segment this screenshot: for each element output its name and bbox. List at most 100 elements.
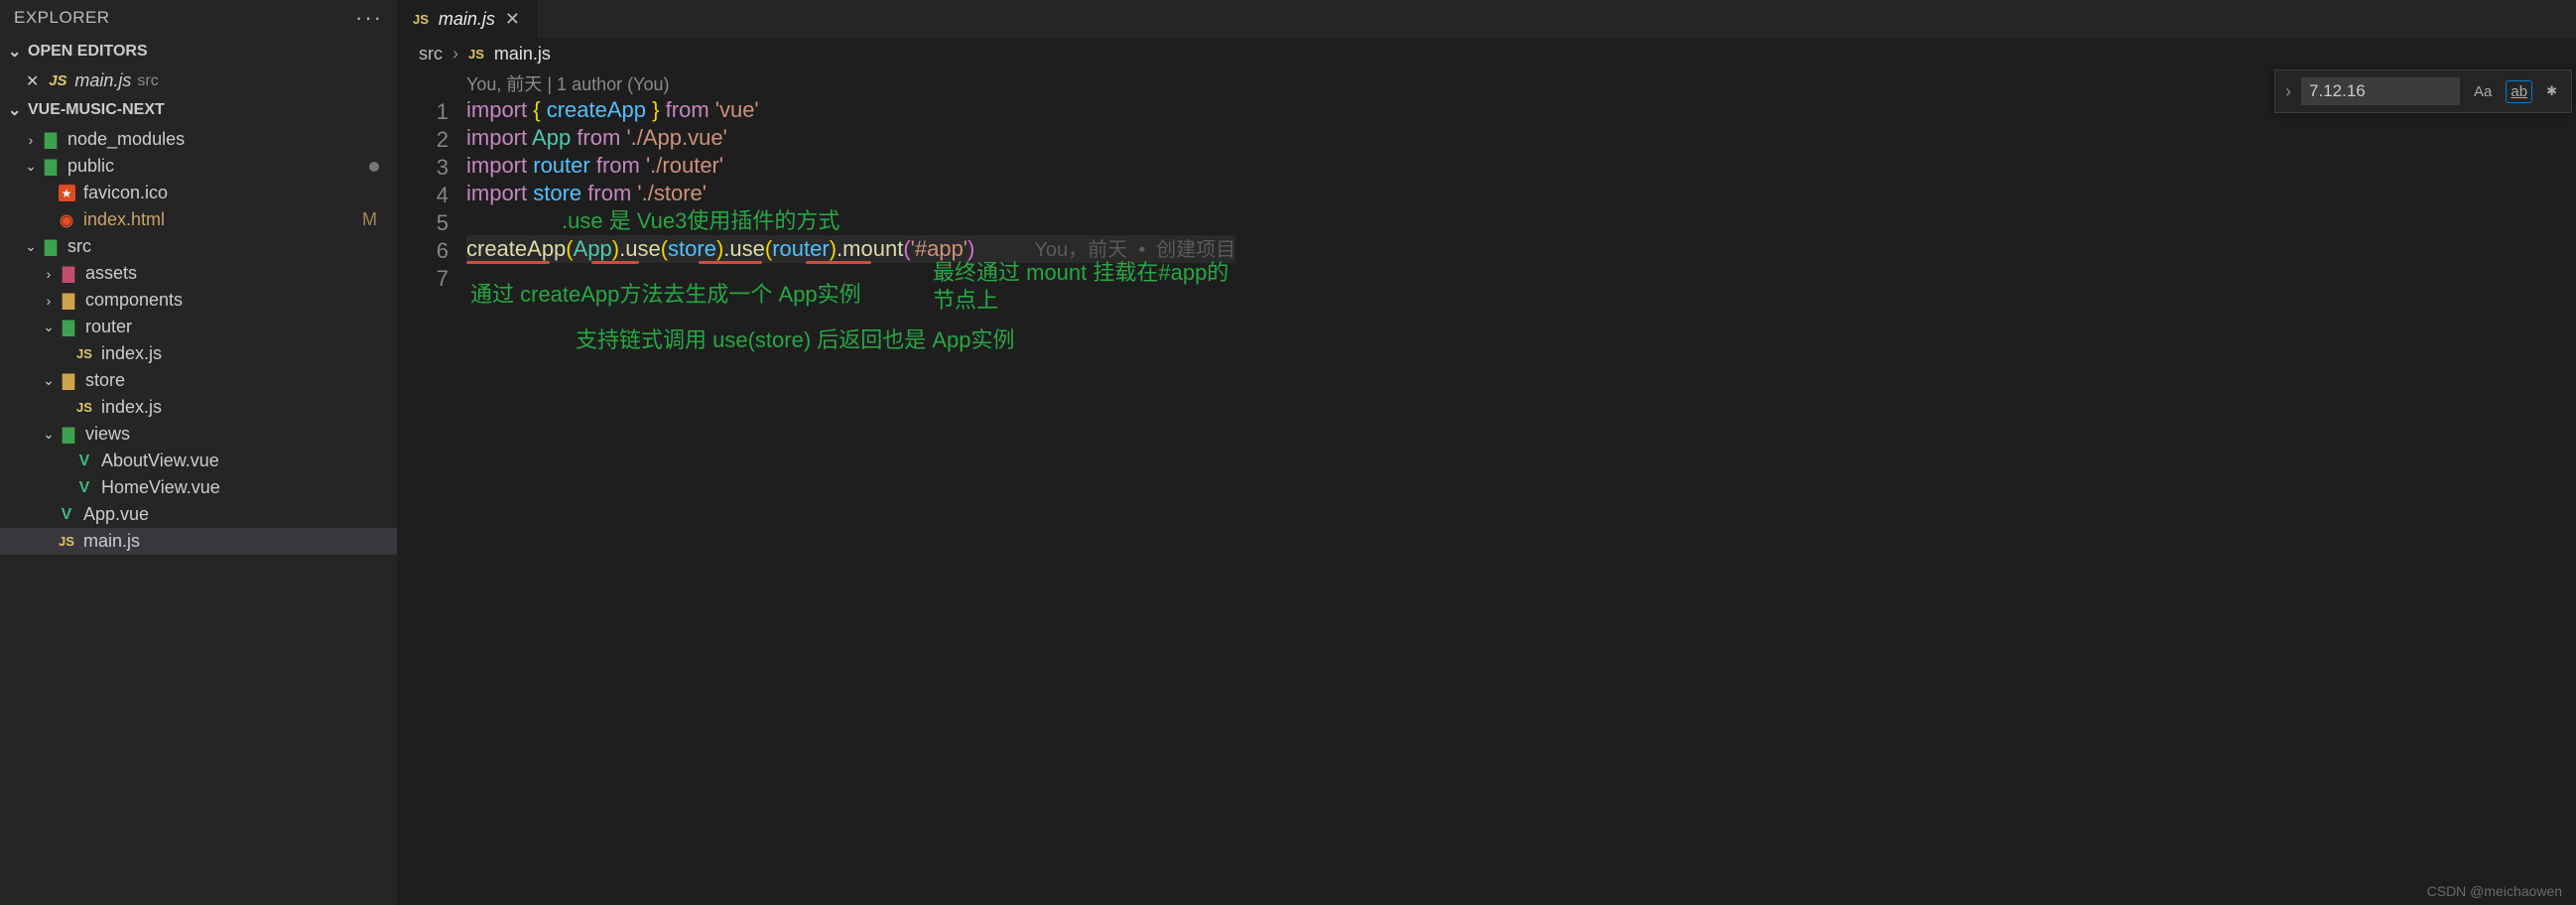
tree-label: App.vue [83,504,149,525]
tree-index-html[interactable]: ◉ index.html M [0,206,397,233]
js-icon: JS [73,346,95,361]
tree-label: node_modules [67,129,185,150]
tree-store[interactable]: ⌄ ▇ store [0,367,397,394]
tab-filename: main.js [439,9,495,30]
folder-open-icon: ▇ [58,371,79,391]
tab-mainjs[interactable]: JS main.js ✕ [397,0,537,38]
chevron-down-icon: ⌄ [8,42,22,62]
breadcrumb-src[interactable]: src [419,44,443,65]
chevron-down-icon: ⌄ [40,426,58,443]
find-widget[interactable]: › Aa ab ✱ [2274,69,2572,113]
match-case-toggle[interactable]: Aa [2470,81,2496,102]
js-icon: JS [468,47,484,62]
underline-annotation [591,261,639,264]
open-editor-filename: main.js [74,70,131,91]
tree-store-index[interactable]: JS index.js [0,394,397,421]
close-icon[interactable]: ✕ [26,71,39,91]
folder-open-icon: ▇ [58,318,79,337]
chevron-down-icon: ⌄ [40,319,58,335]
js-icon: JS [413,12,429,27]
tree-aboutview[interactable]: V AboutView.vue [0,448,397,474]
open-editor-item[interactable]: ✕ JS main.js src [0,67,397,94]
vue-icon: V [73,452,95,470]
chevron-down-icon: ⌄ [8,100,22,120]
sidebar: EXPLORER ··· ⌄ OPEN EDITORS ✕ JS main.js… [0,0,397,905]
find-input[interactable] [2301,77,2460,105]
open-editors-header[interactable]: ⌄ OPEN EDITORS [0,36,397,67]
tree-label: index.html [83,209,165,230]
code-line[interactable]: import store from './store' [466,180,1235,207]
folder-open-icon: ▇ [40,157,62,177]
chevron-down-icon: ⌄ [40,372,58,389]
annotation-use: .use 是 Vue3使用插件的方式 [562,207,839,235]
annotation-mount: 最终通过 mount 挂载在#app的节点上 [933,259,1235,315]
breadcrumb[interactable]: src › JS main.js [397,38,2576,70]
html-icon: ◉ [56,210,77,230]
favicon-icon: ★ [56,185,77,202]
tree-components[interactable]: › ▇ components [0,287,397,314]
project-name: VUE-MUSIC-NEXT [28,101,165,119]
chevron-right-icon[interactable]: › [2285,81,2291,102]
tree-favicon[interactable]: ★ favicon.ico [0,180,397,206]
chevron-right-icon: › [22,132,40,148]
project-header[interactable]: ⌄ VUE-MUSIC-NEXT [0,94,397,126]
line-number: 2 [397,126,449,154]
tree-mainjs[interactable]: JS main.js [0,528,397,555]
watermark: CSDN @meichaowen [2427,883,2562,899]
tree-public[interactable]: ⌄ ▇ public [0,153,397,180]
folder-icon: ▇ [40,130,62,150]
close-icon[interactable]: ✕ [505,9,520,30]
js-icon: JS [73,400,95,415]
js-icon: JS [47,72,68,89]
root: EXPLORER ··· ⌄ OPEN EDITORS ✕ JS main.js… [0,0,2576,905]
codelens[interactable]: You, 前天 | 1 author (You) [466,70,1235,96]
underline-annotation [466,261,550,264]
chevron-down-icon: ⌄ [22,238,40,255]
line-number: 5 [397,209,449,237]
tree-router-index[interactable]: JS index.js [0,340,397,367]
chevron-right-icon: › [40,266,58,282]
vue-icon: V [73,479,95,497]
chevron-right-icon: › [452,44,458,65]
more-icon[interactable]: ··· [355,5,383,31]
folder-icon: ▇ [58,291,79,311]
code-line[interactable]: import { createApp } from 'vue' [466,96,1235,124]
underline-annotation [806,261,871,264]
folder-open-icon: ▇ [40,237,62,257]
tree-label: index.js [101,397,162,418]
tree-views[interactable]: ⌄ ▇ views [0,421,397,448]
tree-assets[interactable]: › ▇ assets [0,260,397,287]
tree-label: HomeView.vue [101,477,220,498]
modified-badge: M [362,209,377,230]
tree-label: assets [85,263,137,284]
tree-src[interactable]: ⌄ ▇ src [0,233,397,260]
tree-label: AboutView.vue [101,451,219,471]
code-area[interactable]: 1 2 3 4 5 6 7 You, 前天 | 1 author (You) i… [397,70,2576,293]
code-line[interactable]: import router from './router' [466,152,1235,180]
tree-appvue[interactable]: V App.vue [0,501,397,528]
tree-label: src [67,236,91,257]
editor-pane: JS main.js ✕ src › JS main.js 1 2 3 4 5 … [397,0,2576,905]
open-editor-path: src [137,72,158,90]
tree-label: store [85,370,125,391]
regex-toggle[interactable]: ✱ [2542,81,2561,101]
tree-router[interactable]: ⌄ ▇ router [0,314,397,340]
whole-word-toggle[interactable]: ab [2506,80,2532,103]
chevron-down-icon: ⌄ [22,158,40,175]
folder-icon: ▇ [58,264,79,284]
code-lines: You, 前天 | 1 author (You) import { create… [466,70,1235,293]
tree-label: main.js [83,531,140,552]
line-number: 3 [397,154,449,182]
modified-dot-icon [369,162,379,172]
tree-label: index.js [101,343,162,364]
annotation-chain: 支持链式调用 use(store) 后返回也是 App实例 [576,326,1015,354]
code-line[interactable]: import App from './App.vue' [466,124,1235,152]
breadcrumb-file[interactable]: main.js [494,44,551,65]
tree-node-modules[interactable]: › ▇ node_modules [0,126,397,153]
line-number: 6 [397,237,449,265]
js-icon: JS [56,534,77,549]
line-number: 7 [397,265,449,293]
line-number: 1 [397,98,449,126]
tree-homeview[interactable]: V HomeView.vue [0,474,397,501]
git-blame: You，前天 • 创建项目 [1034,239,1235,261]
